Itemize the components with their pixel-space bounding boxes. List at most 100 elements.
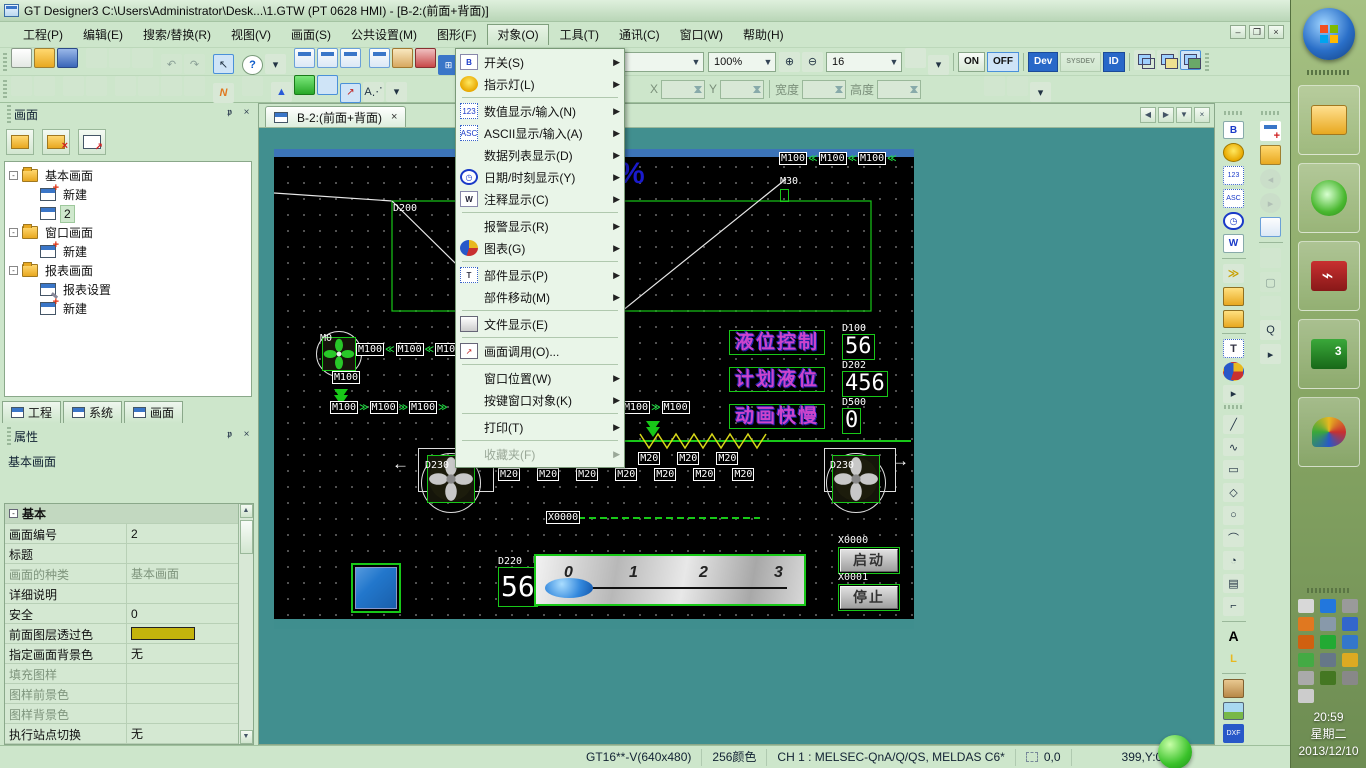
scale-icon[interactable]: ▤ [1223,574,1244,593]
device-lamp-M100[interactable]: M100 [622,401,650,414]
toolbar-overflow-icon[interactable]: ▾ [265,54,286,74]
device-lamp-M100[interactable]: M100 [858,152,886,165]
numeric-icon[interactable]: 123 [1223,166,1244,185]
chevron-down-icon[interactable]: ▼ [689,57,703,67]
pane-tab-工程[interactable]: 工程 [2,401,61,423]
expander-icon[interactable]: - [9,228,18,237]
delete-icon[interactable]: × [42,129,70,155]
screen-zoom-icon[interactable]: Q [1260,320,1281,340]
device-lamp-M100[interactable]: M100 [370,401,398,414]
screen-call-edit-icon[interactable] [340,83,361,103]
panel-grip[interactable] [7,105,11,123]
expand-objects-icon[interactable]: ▸ [1223,385,1244,404]
taskbar-app-paint[interactable] [1298,397,1360,467]
menubar-item-公共设置(M)[interactable]: 公共设置(M) [342,25,426,45]
scroll-thumb[interactable] [240,520,253,554]
new-file-icon[interactable] [11,48,32,68]
pane-tab-画面[interactable]: 画面 [124,401,183,423]
device-lamp-M100[interactable]: M100 [819,152,847,165]
valve-lamp-M20[interactable]: M20 [498,468,520,481]
tray-car-icon[interactable] [1298,617,1314,631]
property-scrollbar[interactable]: ▲ ▼ [238,504,253,744]
alarm-search-icon[interactable] [1223,287,1244,306]
save-icon[interactable] [57,48,78,68]
pipe-icon[interactable]: ⌐ [1223,597,1244,616]
valve-lamp-M20[interactable]: M20 [732,468,754,481]
alarm-popup-icon[interactable]: ≫ [1223,264,1244,283]
tree-node-报表画面[interactable]: -报表画面 [5,261,251,280]
tree-node-窗口画面[interactable]: -窗口画面 [5,223,251,242]
polyline-icon[interactable]: ∿ [1223,438,1244,457]
down-arrow-object[interactable] [646,421,660,438]
menubar-item-通讯(C)[interactable]: 通讯(C) [610,25,669,45]
polygon-icon[interactable]: ◇ [1223,483,1244,502]
property-value[interactable] [127,584,238,603]
new-window-screen-icon[interactable] [317,48,338,68]
stack-front-icon[interactable]: ▲ [271,82,292,102]
lamp-chain-left-row[interactable]: M100≫M100≫M100≫ [330,401,449,414]
panel-grip[interactable] [7,427,11,445]
property-value[interactable]: 无 [127,724,238,743]
toolbar-grip[interactable] [3,80,7,98]
expander-icon[interactable]: - [9,171,18,180]
device-off-button[interactable]: OFF [987,52,1019,72]
device-lamp-M100[interactable]: M100 [662,401,690,414]
taskbar-app-gt-designer[interactable] [1298,319,1360,389]
comment-list-icon[interactable] [392,48,413,68]
screen-close-open-icon[interactable] [1260,217,1281,237]
screen-number-combo[interactable]: 1▼ [612,52,704,72]
tray-display-icon[interactable] [1342,599,1358,613]
parts-image-list-icon[interactable] [415,48,436,68]
lamp-chain-mid[interactable]: M100≪M100≪M100 [356,343,460,356]
screen-open-icon[interactable] [1260,145,1281,165]
device-label-m100[interactable]: M100 [332,371,360,384]
property-value[interactable]: 0 [127,604,238,623]
new-base-screen-icon[interactable] [294,48,315,68]
color-swatch[interactable] [131,627,195,640]
date-time-icon[interactable]: ◷ [1223,212,1244,231]
layer-front-icon[interactable] [1134,50,1155,70]
menubar-item-搜索/替换(R)[interactable]: 搜索/替换(R) [134,25,220,45]
valve-lamp-M20[interactable]: M20 [615,468,637,481]
menu-item-parts-display[interactable]: T部件显示(P)▶ [456,264,624,286]
tray-help-icon[interactable] [1320,599,1336,613]
property-value[interactable]: 无 [127,644,238,663]
device-label-d200[interactable]: D200 [393,203,417,214]
property-group-基本[interactable]: -基本 [5,504,238,524]
menubar-item-工具(T)[interactable]: 工具(T) [551,25,608,45]
tab-close-icon[interactable]: × [387,111,397,123]
lamp-chain-top-right[interactable]: M100≪M100≪M100≪ [779,152,898,165]
taskbar-app-browser-360[interactable] [1298,163,1360,233]
menu-item-parts-move[interactable]: 部件移动(M)▶ [456,286,624,308]
menu-item-lamp[interactable]: 指示灯(L)▶ [456,73,624,95]
menubar-item-帮助(H)[interactable]: 帮助(H) [734,25,793,45]
menu-item-file-display[interactable]: 文件显示(E) [456,313,624,335]
valve-lamp-M20[interactable]: M20 [654,468,676,481]
tray-volume-icon[interactable] [1298,689,1314,703]
parts-display-icon[interactable]: T [1223,339,1244,358]
open-folder-icon[interactable] [6,129,34,155]
toolbar-grip[interactable] [1205,53,1209,71]
screen-property-icon[interactable] [340,48,361,68]
numeric-display-d500[interactable]: D500 0 [842,398,866,434]
logo-icon[interactable]: L [1223,649,1244,668]
new-object-icon[interactable] [294,75,315,95]
caption-anim-speed[interactable]: 动画快慢 [729,404,825,429]
floating-ball-icon[interactable] [1158,735,1192,768]
tree-node-新建[interactable]: 新建 [5,242,251,261]
menubar-item-画面(S)[interactable]: 画面(S) [282,25,340,45]
tab-b2-screen[interactable]: B-2:(前面+背面) × [265,106,406,127]
tray-nvidia-icon[interactable] [1320,671,1336,685]
image-icon[interactable] [1223,702,1244,721]
valve-lamp-M20[interactable]: M20 [638,452,660,465]
menu-item-ascii[interactable]: ASCASCII显示/输入(A)▶ [456,122,624,144]
pin-icon[interactable]: 𝖕 [222,107,237,121]
numeric-display-d202[interactable]: D202 456 [842,361,888,397]
zoom-out-icon[interactable]: ⊖ [802,52,823,72]
valve-lamp-M20[interactable]: M20 [576,468,598,481]
open-file-icon[interactable] [34,48,55,68]
screen-keyboard-icon[interactable] [905,48,926,68]
menu-item-key-window[interactable]: 按键窗口对象(K)▶ [456,389,624,411]
alarm-list-icon[interactable] [1223,310,1244,329]
menu-item-data-list[interactable]: 数据列表显示(D)▶ [456,144,624,166]
